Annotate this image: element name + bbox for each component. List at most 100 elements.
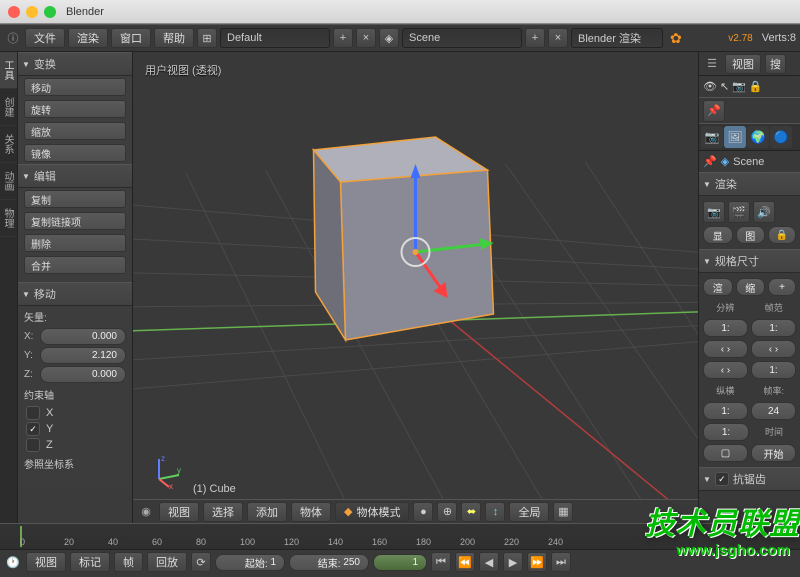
render-image-button[interactable]: 📷 [703,201,725,223]
screen-layout-field[interactable]: Default [220,28,330,48]
res-y-field[interactable]: ‹ › [703,340,748,358]
tab-scene-icon[interactable]: 🌍 [747,126,769,148]
viewport-shading-icon[interactable]: ● [413,502,433,522]
pin-icon[interactable]: 📌 [703,100,725,122]
menu-file[interactable]: 文件 [25,28,65,48]
scene-browse-icon[interactable]: ◈ [379,28,399,48]
vp-menu-add[interactable]: 添加 [247,502,287,522]
frame-start-field[interactable]: 1: [751,319,796,337]
section-dimensions[interactable]: ▼规格尺寸 [699,249,800,273]
minimize-window-button[interactable] [26,6,38,18]
start-frame-field[interactable]: 开始 [751,444,796,462]
constraint-z-checkbox[interactable] [26,438,40,452]
vp-menu-select[interactable]: 选择 [203,502,243,522]
tm-menu-playback[interactable]: 回放 [147,552,187,572]
manipulator-icon[interactable]: ⬌ [461,502,481,522]
keyframe-next-icon[interactable]: ⏩ [527,552,547,572]
aspect-y-field[interactable]: 1: [703,423,749,441]
orientation-selector[interactable]: 全局 [509,502,549,522]
start-frame-field[interactable]: 起始: 1 [215,554,285,571]
y-field[interactable]: 2.120 [40,347,126,364]
tab-create[interactable]: 创建 [0,89,17,126]
scene-field[interactable]: Scene [402,28,522,48]
render-audio-button[interactable]: 🔊 [753,201,775,223]
join-button[interactable]: 合并 [24,256,126,274]
layout-browse-icon[interactable]: ⊞ [197,28,217,48]
x-field[interactable]: 0.000 [40,328,126,345]
render-anim-button[interactable]: 🎬 [728,201,750,223]
duplicate-button[interactable]: 复制 [24,190,126,208]
lock-button[interactable]: 🔒 [768,226,796,244]
delete-button[interactable]: 删除 [24,234,126,252]
current-frame-field[interactable]: 1 [373,554,427,571]
tab-render-layers-icon[interactable]: 🖼 [724,126,746,148]
section-edit[interactable]: ▼编辑 [18,164,132,188]
render-engine-field[interactable]: Blender 渲染 [571,28,663,48]
zoom-window-button[interactable] [44,6,56,18]
jump-end-icon[interactable]: ⏭ [551,552,571,572]
tab-world-icon[interactable]: 🔵 [770,126,792,148]
section-render[interactable]: ▼渲染 [699,172,800,196]
close-window-button[interactable] [8,6,20,18]
menu-help[interactable]: 帮助 [154,28,194,48]
rp-search[interactable]: 搜 [765,54,786,74]
move-button[interactable]: 移动 [24,78,126,96]
mirror-button[interactable]: 镜像 [24,144,126,162]
info-editor-icon[interactable]: ⓘ [4,29,22,47]
aa-checkbox[interactable] [715,472,729,486]
tm-menu-frame[interactable]: 帧 [114,552,143,572]
section-transform[interactable]: ▼变换 [18,52,132,76]
manipulator-translate-icon[interactable]: ↕ [485,502,505,522]
pivot-icon[interactable]: ⊕ [437,502,457,522]
timeline-editor-icon[interactable]: 🕐 [4,553,22,571]
mode-selector[interactable]: ◆物体模式 [335,502,409,522]
tm-menu-marker[interactable]: 标记 [70,552,110,572]
section-operator-move[interactable]: ▼移动 [18,282,132,306]
border-chk[interactable]: ▢ [703,444,748,462]
vp-menu-view[interactable]: 视图 [159,502,199,522]
remove-scene-button[interactable]: × [548,28,568,48]
add-scene-button[interactable]: + [525,28,545,48]
frame-step-field[interactable]: 1: [751,361,796,379]
rotate-button[interactable]: 旋转 [24,100,126,118]
res-pct-field[interactable]: ‹ › [703,361,748,379]
jump-start-icon[interactable]: ⏮ [431,552,451,572]
play-icon[interactable]: ▶ [503,552,523,572]
tm-menu-view[interactable]: 视图 [26,552,66,572]
aspect-x-field[interactable]: 1: [703,402,748,420]
scale-button[interactable]: 缩放 [24,122,126,140]
preset-scale-button[interactable]: 缩 [736,278,766,296]
constraint-y-checkbox[interactable] [26,422,40,436]
tm-sync-icon[interactable]: ⟳ [191,552,211,572]
z-field[interactable]: 0.000 [40,366,126,383]
3d-viewport[interactable]: 用户视图 (透视) zyx (1) Cube ◉ 视图 选择 添加 物体 ◆物体… [133,52,698,523]
preset-add-button[interactable]: + [768,278,796,296]
display-mode-button[interactable]: 显 [703,226,733,244]
duplicate-linked-button[interactable]: 复制链接项 [24,212,126,230]
keyframe-prev-icon[interactable]: ⏪ [455,552,475,572]
preset-render-button[interactable]: 渲 [703,278,733,296]
restrict-icon[interactable]: 🔒 [749,80,763,93]
tab-relations[interactable]: 关系 [0,126,17,163]
menu-window[interactable]: 窗口 [111,28,151,48]
constraint-x-checkbox[interactable] [26,406,40,420]
tab-physics[interactable]: 物理 [0,200,17,237]
eye-icon[interactable]: 👁 [703,80,717,93]
add-layout-button[interactable]: + [333,28,353,48]
cursor-icon[interactable]: ↖ [720,80,729,93]
end-frame-field[interactable]: 结束: 250 [289,554,369,571]
vp-menu-object[interactable]: 物体 [291,502,331,522]
tab-render-icon[interactable]: 📷 [701,126,723,148]
play-reverse-icon[interactable]: ◀ [479,552,499,572]
pin-scene-icon[interactable]: 📌 [703,155,717,168]
frame-end-field[interactable]: ‹ › [751,340,796,358]
menu-render[interactable]: 渲染 [68,28,108,48]
camera-icon[interactable]: 📷 [732,80,746,93]
tab-tools[interactable]: 工具 [0,52,17,89]
display-image-button[interactable]: 图 [736,226,766,244]
res-x-field[interactable]: 1: [703,319,748,337]
tab-animation[interactable]: 动画 [0,163,17,200]
layers-icon[interactable]: ▦ [553,502,573,522]
section-antialias[interactable]: ▼抗锯齿 [699,467,800,491]
editor-type-icon[interactable]: ◉ [137,503,155,521]
